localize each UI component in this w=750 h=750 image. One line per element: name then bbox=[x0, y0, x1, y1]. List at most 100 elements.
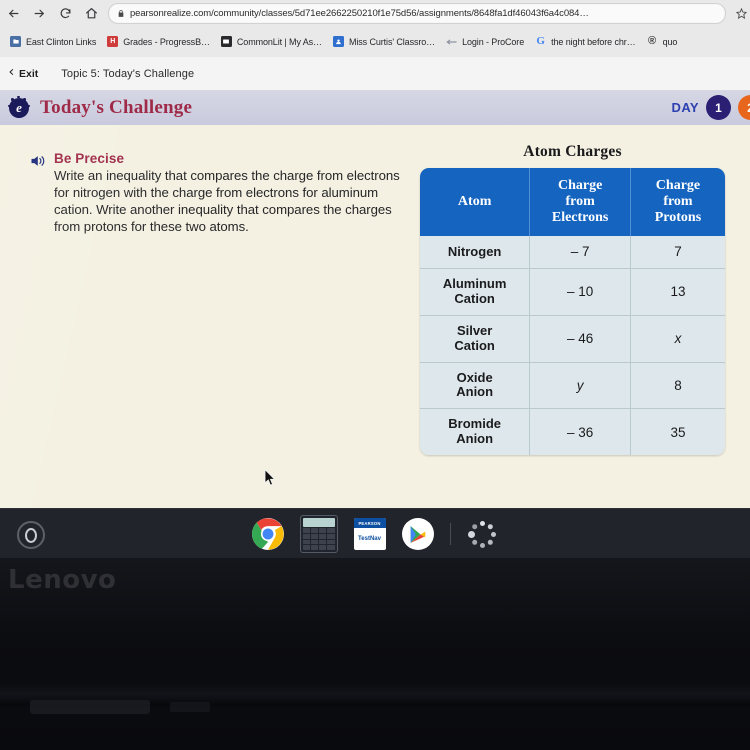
cell-charge-electrons: – 36 bbox=[529, 408, 631, 456]
header-line: Protons bbox=[654, 210, 702, 226]
day-2-button[interactable]: 2 bbox=[738, 95, 750, 120]
question-block: Be Precise Write an inequality that comp… bbox=[30, 151, 400, 236]
page-title: Today's Challenge bbox=[40, 96, 193, 118]
mouse-pointer bbox=[264, 468, 276, 487]
table-row: Nitrogen – 7 7 bbox=[420, 236, 725, 269]
reload-icon[interactable] bbox=[52, 1, 78, 27]
grades-icon: H bbox=[107, 36, 119, 47]
calculator-screen bbox=[302, 518, 335, 527]
atom-name-line: Anion bbox=[456, 384, 494, 400]
lesson-exit-bar: Exit Topic 5: Today's Challenge bbox=[0, 57, 750, 91]
bookmark-label: CommonLit | My As… bbox=[236, 36, 322, 47]
table-row: Bromide Anion – 36 35 bbox=[420, 408, 725, 456]
table-header: Atom Charge from Electrons Charge from P… bbox=[420, 168, 725, 237]
atom-name-line: Anion bbox=[456, 431, 494, 447]
atom-name-line: Cation bbox=[454, 290, 495, 306]
question-body: Write an inequality that compares the ch… bbox=[54, 168, 400, 235]
commonlit-icon bbox=[220, 36, 232, 47]
table-row: Silver Cation – 46 x bbox=[420, 314, 725, 363]
cell-charge-protons: 35 bbox=[630, 408, 725, 456]
forward-icon[interactable] bbox=[26, 1, 52, 27]
header-line: Electrons bbox=[551, 210, 609, 226]
laptop-foot-left bbox=[30, 700, 150, 714]
testnav-brand-top: PEARSON bbox=[353, 518, 386, 528]
question-heading: Be Precise bbox=[54, 151, 125, 166]
pearson-testnav-icon[interactable]: PEARSON TestNav bbox=[353, 518, 386, 550]
bookmark-commonlit[interactable]: CommonLit | My As… bbox=[219, 36, 331, 47]
play-store-icon[interactable] bbox=[401, 518, 434, 550]
bookmark-miss-curtis-classroom[interactable]: Miss Curtis' Classro… bbox=[331, 36, 444, 47]
atom-charges-table: Atom Charge from Electrons Charge from P… bbox=[420, 168, 725, 456]
bookmark-label: Grades - ProgressB… bbox=[123, 36, 210, 47]
calculator-icon[interactable] bbox=[299, 515, 338, 553]
atom-charges-table-wrap: Atom Charges Atom Charge from Electrons bbox=[420, 143, 725, 456]
day-selector: DAY 1 2 bbox=[672, 95, 750, 120]
address-bar[interactable]: pearsonrealize.com/community/classes/5d7… bbox=[108, 3, 726, 24]
atom-name-line: Cation bbox=[454, 337, 495, 353]
bookmark-label: Miss Curtis' Classro… bbox=[348, 36, 436, 47]
bookmark-east-clinton-links[interactable]: East Clinton Links bbox=[8, 36, 105, 47]
registered-icon: ® bbox=[648, 35, 657, 47]
home-icon[interactable] bbox=[78, 1, 104, 27]
column-header-charge-from-protons: Charge from Protons bbox=[630, 168, 725, 237]
google-icon: G bbox=[536, 35, 545, 47]
url-text: pearsonrealize.com/community/classes/5d7… bbox=[130, 8, 589, 19]
atom-name-line: Bromide bbox=[448, 416, 502, 432]
bookmark-login-procore[interactable]: Login - ProCore bbox=[444, 36, 533, 47]
cell-atom-name: Silver Cation bbox=[420, 314, 531, 363]
shelf-separator bbox=[449, 523, 451, 545]
bookmark-the-night-before-christmas[interactable]: G the night before chr… bbox=[533, 36, 644, 47]
bookmark-label: East Clinton Links bbox=[26, 36, 97, 47]
lenovo-brand-logo: Lenovo bbox=[8, 565, 117, 595]
bookmark-label: Login - ProCore bbox=[462, 36, 525, 47]
back-icon[interactable] bbox=[0, 1, 26, 27]
atom-name-line: Nitrogen bbox=[447, 243, 502, 259]
cell-charge-protons: 13 bbox=[630, 267, 725, 316]
bookmark-grades-progressbook[interactable]: H Grades - ProgressB… bbox=[105, 36, 219, 47]
cell-atom-name: Aluminum Cation bbox=[420, 267, 531, 316]
cell-charge-electrons: – 46 bbox=[529, 314, 631, 363]
realize-logo-letter: e bbox=[9, 97, 29, 118]
classroom-icon bbox=[332, 36, 344, 47]
lesson-title-bar: e Today's Challenge DAY 1 2 bbox=[0, 90, 750, 126]
laptop-screen-photo: pearsonrealize.com/community/classes/5d7… bbox=[0, 0, 750, 750]
cell-charge-electrons: y bbox=[529, 361, 631, 409]
table-body: Nitrogen – 7 7 Aluminum Cation – 10 13 S… bbox=[420, 236, 725, 456]
cell-charge-protons: 7 bbox=[630, 236, 725, 269]
column-header-atom: Atom bbox=[420, 168, 531, 237]
column-header-charge-from-electrons: Charge from Electrons bbox=[529, 168, 631, 237]
day-1-button[interactable]: 1 bbox=[706, 95, 731, 120]
table-row: Aluminum Cation – 10 13 bbox=[420, 267, 725, 316]
laptop-foot-right bbox=[170, 702, 210, 712]
header-line: from bbox=[565, 194, 595, 210]
exit-button[interactable]: Exit bbox=[8, 67, 38, 80]
table-row: Oxide Anion y 8 bbox=[420, 361, 725, 409]
cell-charge-protons: x bbox=[630, 314, 725, 363]
header-line: Charge bbox=[655, 178, 701, 193]
topic-title: Topic 5: Today's Challenge bbox=[61, 67, 195, 80]
bookmark-quo[interactable]: ® quo bbox=[645, 36, 687, 47]
speaker-icon[interactable] bbox=[30, 154, 48, 236]
table-caption: Atom Charges bbox=[523, 143, 622, 160]
cell-charge-electrons: – 7 bbox=[529, 236, 631, 269]
chromeos-shelf: PEARSON TestNav bbox=[0, 508, 750, 559]
procore-icon bbox=[446, 36, 457, 47]
bookmark-label: quo bbox=[662, 36, 678, 47]
browser-toolbar: pearsonrealize.com/community/classes/5d7… bbox=[0, 0, 750, 27]
cell-atom-name: Bromide Anion bbox=[420, 408, 531, 456]
atom-name-line: Silver bbox=[456, 322, 493, 338]
lock-icon bbox=[117, 9, 125, 18]
bookmark-star-icon[interactable] bbox=[732, 8, 750, 19]
atom-name-line: Oxide bbox=[456, 369, 493, 385]
cell-atom-name: Oxide Anion bbox=[420, 361, 531, 409]
chrome-icon[interactable] bbox=[251, 518, 284, 550]
folder-icon bbox=[10, 36, 21, 47]
loading-spinner-icon[interactable] bbox=[467, 518, 499, 550]
browser-chrome: pearsonrealize.com/community/classes/5d7… bbox=[0, 0, 750, 58]
header-line: Charge bbox=[557, 178, 603, 193]
day-label: DAY bbox=[671, 100, 699, 115]
cell-charge-electrons: – 10 bbox=[529, 267, 631, 316]
bookmarks-bar: East Clinton Links H Grades - ProgressB…… bbox=[0, 27, 750, 56]
shelf-app-list: PEARSON TestNav bbox=[0, 509, 750, 559]
calculator-keys bbox=[302, 528, 335, 550]
